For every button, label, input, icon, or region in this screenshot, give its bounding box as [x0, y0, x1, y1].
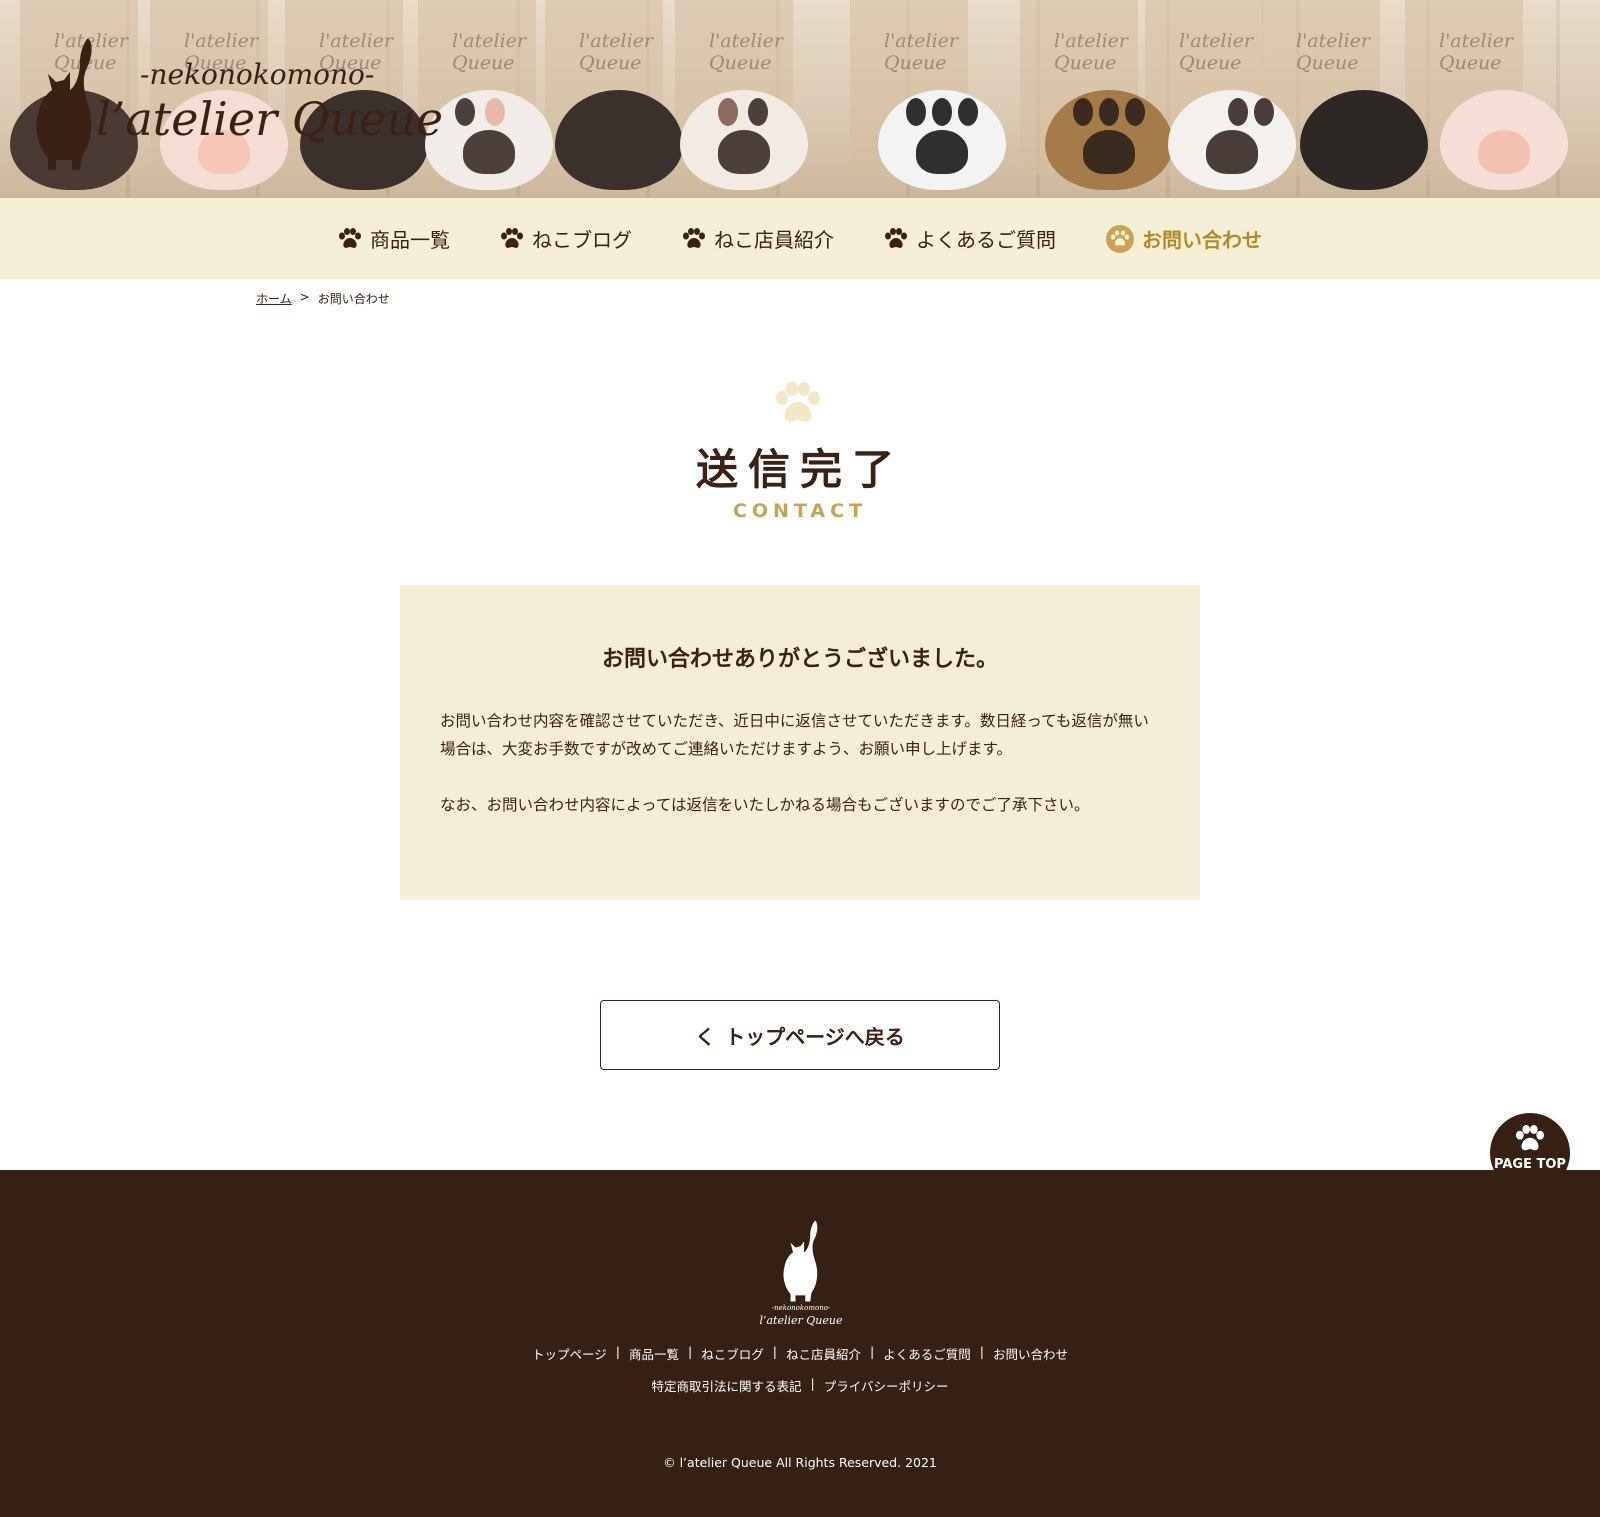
nav-label: お問い合わせ [1142, 228, 1262, 252]
paw-product-image [1168, 90, 1296, 190]
paw-product-image [555, 90, 683, 190]
page-title: 送信完了 [695, 445, 904, 494]
nav-item-faq[interactable]: よくあるご質問 [884, 224, 1056, 253]
cat-silhouette-icon [783, 1220, 818, 1302]
footer-nav-row2: 特定商取引法に関する表記 | プライバシーポリシー [0, 1376, 1600, 1395]
paw-icon [683, 227, 705, 248]
product-card-label: l'atelier Queue [1296, 30, 1370, 74]
footer-separator: | [688, 1344, 693, 1359]
footer-separator: | [772, 1344, 777, 1359]
footer-link-products[interactable]: 商品一覧 [629, 1344, 679, 1363]
footer-link-privacy[interactable]: プライバシーポリシー [824, 1376, 949, 1395]
footer-nav-row1: トップページ | 商品一覧 | ねこブログ | ねこ店員紹介 | よくあるご質問… [0, 1344, 1600, 1363]
nav-item-blog[interactable]: ねこブログ [500, 224, 632, 253]
product-card-label: l'atelier Queue [709, 30, 783, 74]
header-banner: l'atelier Queue l'atelier Queue l'atelie… [0, 0, 1600, 198]
footer-logo-title: l’atelier Queue [759, 1314, 843, 1327]
product-card-label: l'atelier Queue [579, 30, 653, 74]
breadcrumb-home-link[interactable]: ホーム [256, 290, 292, 307]
paw-icon [885, 227, 907, 248]
paw-icon [1516, 1125, 1544, 1151]
footer-logo-subtitle: -nekonokomono- [771, 1304, 831, 1312]
back-to-top-page-button[interactable]: く トップページへ戻る [600, 1000, 1000, 1070]
footer-link-staff[interactable]: ねこ店員紹介 [786, 1344, 861, 1363]
footer-link-top[interactable]: トップページ [532, 1344, 607, 1363]
footer-link-tokushoho[interactable]: 特定商取引法に関する表記 [652, 1376, 802, 1395]
nav-label: 商品一覧 [370, 228, 450, 252]
breadcrumb: ホーム > お問い合わせ [256, 290, 390, 307]
nav-item-contact[interactable]: お問い合わせ [1106, 224, 1262, 253]
page-subtitle: CONTACT [732, 500, 868, 522]
nav-label: ねこ店員紹介 [714, 228, 834, 252]
site-logo[interactable]: -nekonokomono- l’atelier Queue [30, 34, 450, 174]
paw-product-image [1300, 90, 1428, 190]
paw-circle-icon [1106, 224, 1134, 253]
footer-logo[interactable]: -nekonokomono- l’atelier Queue [759, 1218, 843, 1328]
nav-label: よくあるご質問 [916, 228, 1056, 252]
page-top-label: PAGE TOP [1494, 1157, 1566, 1172]
thank-you-heading: お問い合わせありがとうございました。 [601, 647, 998, 672]
product-card-label: l'atelier Queue [884, 30, 958, 74]
paw-icon [501, 227, 523, 248]
logo-subtitle: -nekonokomono- [140, 58, 375, 91]
nav-item-products[interactable]: 商品一覧 [338, 224, 450, 253]
paw-icon [776, 382, 820, 422]
chevron-left-icon: く [695, 1024, 716, 1049]
paw-product-image [680, 90, 808, 190]
footer-separator: | [615, 1344, 621, 1359]
back-button-label: トップページへ戻る [725, 1024, 905, 1049]
footer-link-blog[interactable]: ねこブログ [701, 1344, 764, 1363]
product-card-label: l'atelier Queue [1179, 30, 1253, 74]
nav-item-staff[interactable]: ねこ店員紹介 [682, 224, 834, 253]
product-card-label: l'atelier Queue [1439, 30, 1513, 74]
footer-separator: | [979, 1344, 984, 1359]
breadcrumb-separator: > [299, 290, 310, 304]
message-paragraph: お問い合わせ内容を確認させていただき、近日中に返信させていただきます。数日経って… [440, 712, 1149, 758]
footer-link-faq[interactable]: よくあるご質問 [883, 1344, 971, 1363]
message-paragraph: なお、お問い合わせ内容によっては返信をいたしかねる場合もございますのでご了承下さ… [440, 796, 1090, 814]
paw-product-image [1045, 90, 1173, 190]
footer-separator: | [870, 1344, 875, 1359]
cat-silhouette-icon [36, 38, 92, 170]
product-card-label: l'atelier Queue [1054, 30, 1128, 74]
nav-label: ねこブログ [532, 228, 632, 252]
logo-title: l’atelier Queue [96, 92, 444, 146]
completion-message-box: お問い合わせありがとうございました。 お問い合わせ内容を確認させていただき、近日… [400, 585, 1200, 900]
copyright: © l’atelier Queue All Rights Reserved. 2… [663, 1455, 937, 1470]
paw-product-image [878, 90, 1006, 190]
footer-separator: | [810, 1376, 815, 1391]
product-card-label: l'atelier Queue [452, 30, 526, 74]
paw-product-image [1440, 90, 1568, 190]
breadcrumb-current: お問い合わせ [317, 292, 390, 306]
paw-icon [339, 227, 361, 248]
footer-link-contact[interactable]: お問い合わせ [993, 1344, 1068, 1363]
page-top-button[interactable]: PAGE TOP [1490, 1113, 1570, 1193]
global-nav: 商品一覧 ねこブログ ねこ店員紹介 よくあるご質問 お問い合わせ [0, 198, 1600, 279]
